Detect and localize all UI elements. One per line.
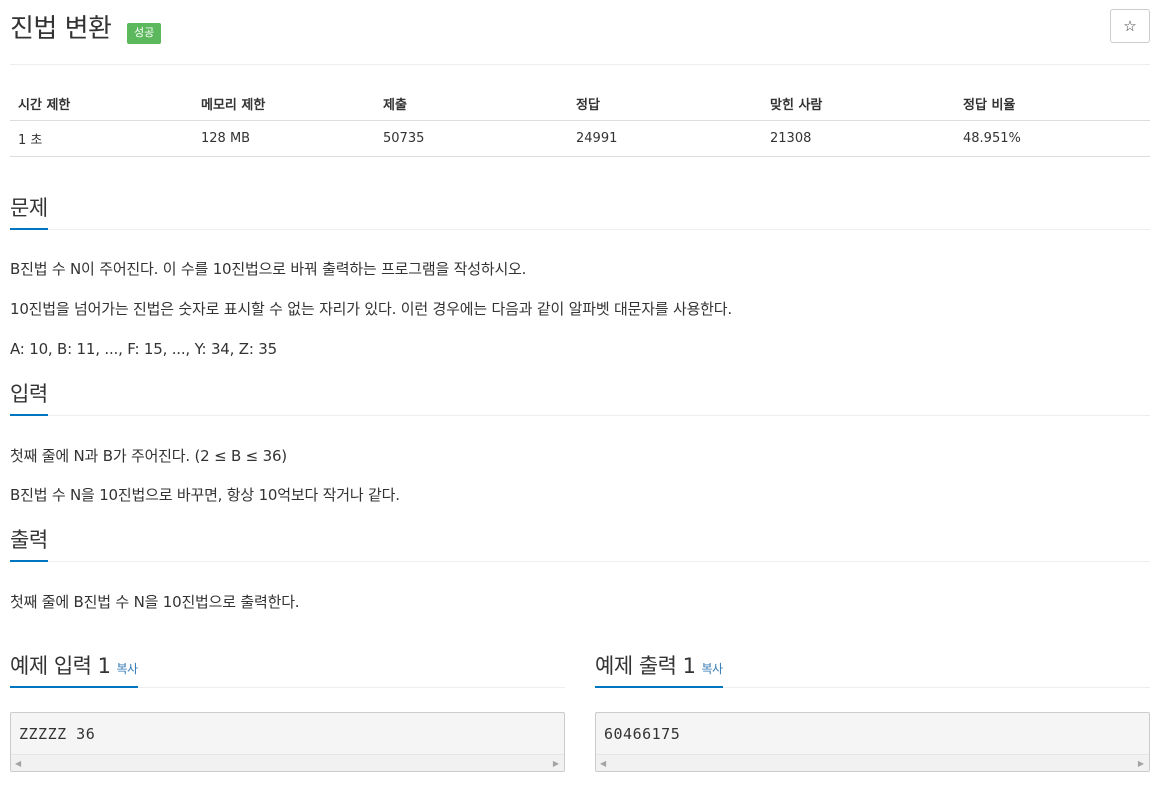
copy-sample-input-button[interactable]: 복사 xyxy=(117,662,139,676)
info-value-solvers: 21308 xyxy=(762,120,955,157)
problem-title: 진법 변환 xyxy=(10,14,112,44)
sample-input-panel: 예제 입력 1 복사 ZZZZZ 36 ◀ ▶ xyxy=(10,650,565,772)
info-header-time-limit: 시간 제한 xyxy=(10,87,193,121)
input-text-2: B진법 수 N을 10진법으로 바꾸면, 항상 10억보다 작거나 같다. xyxy=(10,485,400,504)
status-badge: 성공 xyxy=(127,23,162,44)
star-button[interactable]: ☆ xyxy=(1110,9,1150,43)
sample-output-title: 예제 출력 1 xyxy=(595,654,696,678)
output-section-head: 출력 xyxy=(10,524,1150,562)
output-heading: 출력 xyxy=(10,524,48,562)
sample-output-content[interactable]: 60466175 xyxy=(596,713,1149,743)
sample-output-head: 예제 출력 1 복사 xyxy=(595,650,1150,688)
info-header-memory-limit: 메모리 제한 xyxy=(193,87,375,121)
input-text-1: 첫째 줄에 N과 B가 주어진다. (2 ≤ B ≤ 36) xyxy=(10,446,287,465)
problem-description: B진법 수 N이 주어진다. 이 수를 10진법으로 바꿔 출력하는 프로그램을… xyxy=(10,259,1150,359)
output-description: 첫째 줄에 B진법 수 N을 10진법으로 출력한다. xyxy=(10,592,1150,612)
sample-output-heading: 예제 출력 1 복사 xyxy=(595,650,723,688)
scroll-left-icon[interactable]: ◀ xyxy=(600,759,606,768)
copy-sample-output-button[interactable]: 복사 xyxy=(702,662,724,676)
input-section-head: 입력 xyxy=(10,378,1150,416)
problem-section-head: 문제 xyxy=(10,192,1150,230)
info-value-accepted: 24991 xyxy=(568,120,762,157)
sample-output-panel: 예제 출력 1 복사 60466175 ◀ ▶ xyxy=(595,650,1150,772)
problem-header: 진법 변환 성공 ☆ xyxy=(10,0,1150,65)
sample-input-title: 예제 입력 1 xyxy=(10,654,111,678)
scroll-right-icon[interactable]: ▶ xyxy=(1138,759,1144,768)
problem-text-2: 10진법을 넘어가는 진법은 숫자로 표시할 수 없는 자리가 있다. 이런 경… xyxy=(10,299,732,318)
samples-area: 예제 입력 1 복사 ZZZZZ 36 ◀ ▶ 예제 출력 1 복사 6046617… xyxy=(10,650,1150,780)
info-value-time-limit: 1 초 xyxy=(10,120,193,157)
problem-text-1: B진법 수 N이 주어진다. 이 수를 10진법으로 바꿔 출력하는 프로그램을… xyxy=(10,259,527,278)
input-description: 첫째 줄에 N과 B가 주어진다. (2 ≤ B ≤ 36) B진법 수 N을 … xyxy=(10,446,1150,505)
scroll-left-icon[interactable]: ◀ xyxy=(15,759,21,768)
sample-output-box: 60466175 ◀ ▶ xyxy=(595,712,1150,772)
info-header-submissions: 제출 xyxy=(375,87,568,121)
problem-text-3: A: 10, B: 11, ..., F: 15, ..., Y: 34, Z:… xyxy=(10,339,277,358)
info-value-submissions: 50735 xyxy=(375,120,568,157)
sample-input-scrollbar[interactable]: ◀ ▶ xyxy=(11,754,564,771)
problem-heading: 문제 xyxy=(10,192,48,230)
problem-info-table: 시간 제한 메모리 제한 제출 정답 맞힌 사람 정답 비율 1 초 128 M… xyxy=(10,87,1150,157)
input-heading: 입력 xyxy=(10,378,48,416)
info-header-accepted: 정답 xyxy=(568,87,762,121)
sample-input-content[interactable]: ZZZZZ 36 xyxy=(11,713,564,743)
info-value-row: 1 초 128 MB 50735 24991 21308 48.951% xyxy=(10,120,1150,157)
info-header-row: 시간 제한 메모리 제한 제출 정답 맞힌 사람 정답 비율 xyxy=(10,87,1150,121)
info-value-memory-limit: 128 MB xyxy=(193,120,375,157)
star-icon: ☆ xyxy=(1123,17,1137,35)
output-text-1: 첫째 줄에 B진법 수 N을 10진법으로 출력한다. xyxy=(10,592,300,611)
sample-input-head: 예제 입력 1 복사 xyxy=(10,650,565,688)
sample-input-heading: 예제 입력 1 복사 xyxy=(10,650,138,688)
info-header-solvers: 맞힌 사람 xyxy=(762,87,955,121)
sample-output-scrollbar[interactable]: ◀ ▶ xyxy=(596,754,1149,771)
info-header-ratio: 정답 비율 xyxy=(955,87,1150,121)
sample-input-box: ZZZZZ 36 ◀ ▶ xyxy=(10,712,565,772)
info-value-ratio: 48.951% xyxy=(955,120,1150,157)
scroll-right-icon[interactable]: ▶ xyxy=(553,759,559,768)
